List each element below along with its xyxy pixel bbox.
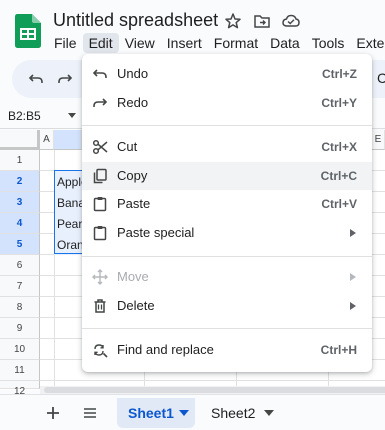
select-all-corner[interactable] xyxy=(0,130,40,150)
menu-item-find-and-replace[interactable]: Find and replace Ctrl+H xyxy=(82,336,372,364)
menu-view[interactable]: View xyxy=(119,33,161,53)
menu-item-label: Delete xyxy=(117,298,155,313)
menu-separator xyxy=(82,125,372,126)
menu-separator xyxy=(82,256,372,257)
row-header[interactable]: 10 xyxy=(0,339,40,360)
menu-item-shortcut: Ctrl+X xyxy=(321,140,357,154)
menu-item-shortcut: Ctrl+Y xyxy=(321,96,357,110)
scrollbar-thumb[interactable] xyxy=(44,387,385,393)
copy-icon xyxy=(93,168,107,184)
menu-item-undo[interactable]: Undo Ctrl+Z xyxy=(82,60,372,88)
cloud-saved-icon[interactable] xyxy=(282,12,300,30)
sheet1-menu-caret-icon[interactable] xyxy=(179,410,189,416)
toolbar-redo-icon[interactable] xyxy=(57,71,73,87)
column-header-a[interactable]: A xyxy=(40,130,54,150)
menu-item-shortcut: Ctrl+C xyxy=(320,169,357,183)
clipboard-icon xyxy=(93,197,107,212)
name-box[interactable]: B2:B5 xyxy=(0,106,60,126)
toolbar-undo-icon[interactable] xyxy=(28,71,44,87)
menu-item-shortcut: Ctrl+H xyxy=(320,343,357,357)
menu-item-label: Copy xyxy=(117,168,148,183)
row-header[interactable]: 9 xyxy=(0,318,40,339)
menu-item-move: Move xyxy=(82,263,372,291)
menu-item-shortcut: Ctrl+V xyxy=(321,197,357,211)
menu-item-label: Move xyxy=(117,269,149,284)
grid-line xyxy=(40,380,385,381)
menu-item-label: Undo xyxy=(117,66,149,81)
row-header[interactable]: 4 xyxy=(0,213,40,234)
menu-extensions[interactable]: Exte xyxy=(350,33,385,53)
redo-icon xyxy=(93,98,108,107)
menu-format[interactable]: Format xyxy=(208,33,264,53)
sheet2-menu-caret-icon[interactable] xyxy=(264,410,274,416)
sheet-tab-label[interactable]: Sheet1 xyxy=(128,405,174,421)
move-to-folder-icon[interactable] xyxy=(253,12,271,30)
menu-item-cut[interactable]: Cut Ctrl+X xyxy=(82,133,372,161)
menu-item-label: Paste xyxy=(117,196,151,211)
row-header[interactable]: 2 xyxy=(0,171,40,192)
menu-item-label: Paste special xyxy=(117,225,195,240)
menu-item-paste-special[interactable]: Paste special xyxy=(82,219,372,247)
undo-icon xyxy=(92,69,107,78)
menu-insert[interactable]: Insert xyxy=(161,33,208,53)
row-header[interactable]: 8 xyxy=(0,297,40,318)
row-header[interactable]: 1 xyxy=(0,150,40,171)
menu-item-redo[interactable]: Redo Ctrl+Y xyxy=(82,89,372,117)
column-header-b[interactable] xyxy=(54,130,82,150)
sheets-logo-icon[interactable] xyxy=(15,14,41,48)
sheets-window: Untitled spreadsheet File Edit View Inse… xyxy=(0,0,385,430)
menu-item-label: Cut xyxy=(117,139,138,154)
trash-icon xyxy=(94,299,106,313)
row-header[interactable]: 6 xyxy=(0,255,40,276)
document-title[interactable]: Untitled spreadsheet xyxy=(53,10,218,31)
move-icon xyxy=(92,269,108,285)
menu-item-paste[interactable]: Paste Ctrl+V xyxy=(82,190,372,218)
submenu-arrow-icon xyxy=(350,302,356,310)
menu-separator xyxy=(82,328,372,329)
menu-item-delete[interactable]: Delete xyxy=(82,292,372,320)
submenu-arrow-icon xyxy=(350,229,356,237)
star-icon[interactable] xyxy=(224,12,242,30)
clipboard-icon xyxy=(93,226,107,241)
find-replace-icon xyxy=(94,344,108,358)
all-sheets-icon[interactable] xyxy=(82,405,98,421)
menu-bar: File Edit View Insert Format Data Tools … xyxy=(48,33,385,53)
menu-item-label: Find and replace xyxy=(117,342,214,357)
column-header-e[interactable]: E xyxy=(372,130,385,150)
menu-data[interactable]: Data xyxy=(264,33,306,53)
row-header[interactable]: 7 xyxy=(0,276,40,297)
menu-item-copy[interactable]: Copy Ctrl+C xyxy=(82,162,372,190)
row-header[interactable]: 3 xyxy=(0,192,40,213)
menu-file[interactable]: File xyxy=(48,33,83,53)
menu-item-label: Redo xyxy=(117,95,149,110)
toolbar-overflow-text: C xyxy=(377,70,385,86)
row-header[interactable]: 5 xyxy=(0,234,40,255)
row-header[interactable]: 12 xyxy=(0,381,40,397)
add-sheet-icon[interactable] xyxy=(45,405,61,421)
sheet-tab-label[interactable]: Sheet2 xyxy=(211,405,255,421)
menu-item-shortcut: Ctrl+Z xyxy=(321,67,357,81)
name-box-caret-icon[interactable] xyxy=(68,113,76,119)
scissors-icon xyxy=(92,139,108,155)
submenu-arrow-icon xyxy=(350,273,356,281)
row-header[interactable]: 11 xyxy=(0,360,40,381)
menu-edit[interactable]: Edit xyxy=(82,33,119,53)
menu-tools[interactable]: Tools xyxy=(306,33,351,53)
